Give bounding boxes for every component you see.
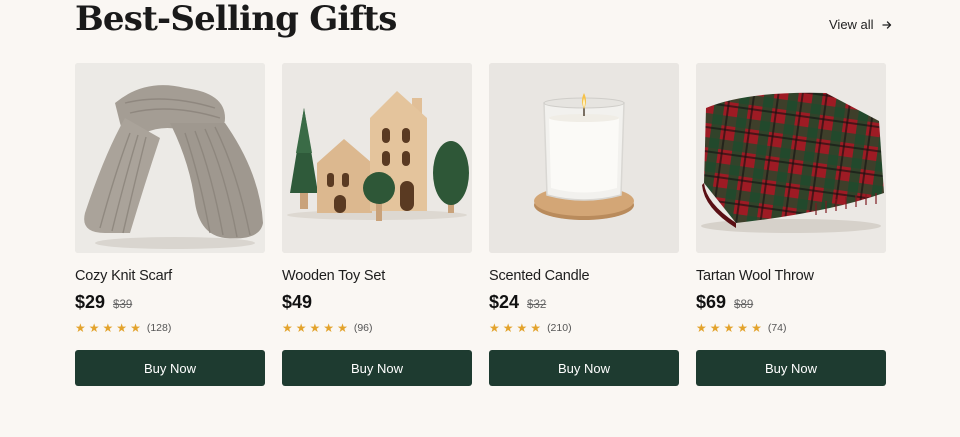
star-icon: ★ [130,321,141,335]
product-name[interactable]: Tartan Wool Throw [696,266,886,286]
product-grid: Cozy Knit Scarf $29 $39 ★ ★ ★ ★ ★ (128) … [75,63,886,386]
star-icon: ★ [337,321,348,335]
star-icon: ★ [116,321,128,335]
star-icon: ★ [516,321,528,335]
star-icon: ★ [502,321,514,335]
star-icon: ★ [282,321,293,335]
product-price: $69 [696,292,727,312]
view-all-label: View all [829,17,874,32]
product-old-price: $89 [734,299,754,311]
product-old-price: $39 [113,299,133,311]
product-price: $29 [75,292,106,312]
review-count: (128) [146,322,172,334]
product-card: Wooden Toy Set $49 ★ ★ ★ ★ ★ (96) Buy No… [282,63,472,386]
product-old-price: $32 [527,299,547,311]
product-rating: ★ ★ ★ ★ (210) [489,320,679,336]
product-name[interactable]: Wooden Toy Set [282,266,472,286]
buy-now-button[interactable]: Buy Now [282,350,472,386]
star-icon: ★ [102,321,114,335]
tartan-throw-image[interactable] [696,63,886,253]
star-icon: ★ [489,321,500,335]
product-rating: ★ ★ ★ ★ ★ (128) [75,320,265,336]
product-rating: ★ ★ ★ ★ ★ (96) [282,320,472,336]
section-title: Best-Selling Gifts [75,0,397,39]
product-name[interactable]: Scented Candle [489,266,679,286]
wooden-toy-image[interactable] [282,63,472,253]
star-icon: ★ [696,321,707,335]
star-icon: ★ [723,321,735,335]
product-card: Scented Candle $24 $32 ★ ★ ★ ★ (210) Buy… [489,63,679,386]
buy-now-button[interactable]: Buy Now [75,350,265,386]
product-name[interactable]: Cozy Knit Scarf [75,266,265,286]
product-price: $49 [282,292,313,312]
arrow-right-icon [881,20,892,30]
product-rating: ★ ★ ★ ★ ★ (74) [696,320,886,336]
star-icon: ★ [530,321,542,335]
star-icon: ★ [295,321,307,335]
scarf-image[interactable] [75,63,265,253]
review-count: (96) [353,322,373,334]
star-icon: ★ [737,321,749,335]
product-card: Tartan Wool Throw $69 $89 ★ ★ ★ ★ ★ (74)… [696,63,886,386]
candle-image[interactable] [489,63,679,253]
buy-now-button[interactable]: Buy Now [489,350,679,386]
star-icon: ★ [88,321,100,335]
product-card: Cozy Knit Scarf $29 $39 ★ ★ ★ ★ ★ (128) … [75,63,265,386]
view-all-link[interactable]: View all [829,17,892,32]
star-icon: ★ [323,321,335,335]
star-icon: ★ [751,321,762,335]
star-icon: ★ [75,321,86,335]
review-count: (210) [547,322,572,334]
product-price: $24 [489,292,520,312]
review-count: (74) [767,322,787,334]
star-icon: ★ [309,321,321,335]
buy-now-button[interactable]: Buy Now [696,350,886,386]
star-icon: ★ [709,321,721,335]
